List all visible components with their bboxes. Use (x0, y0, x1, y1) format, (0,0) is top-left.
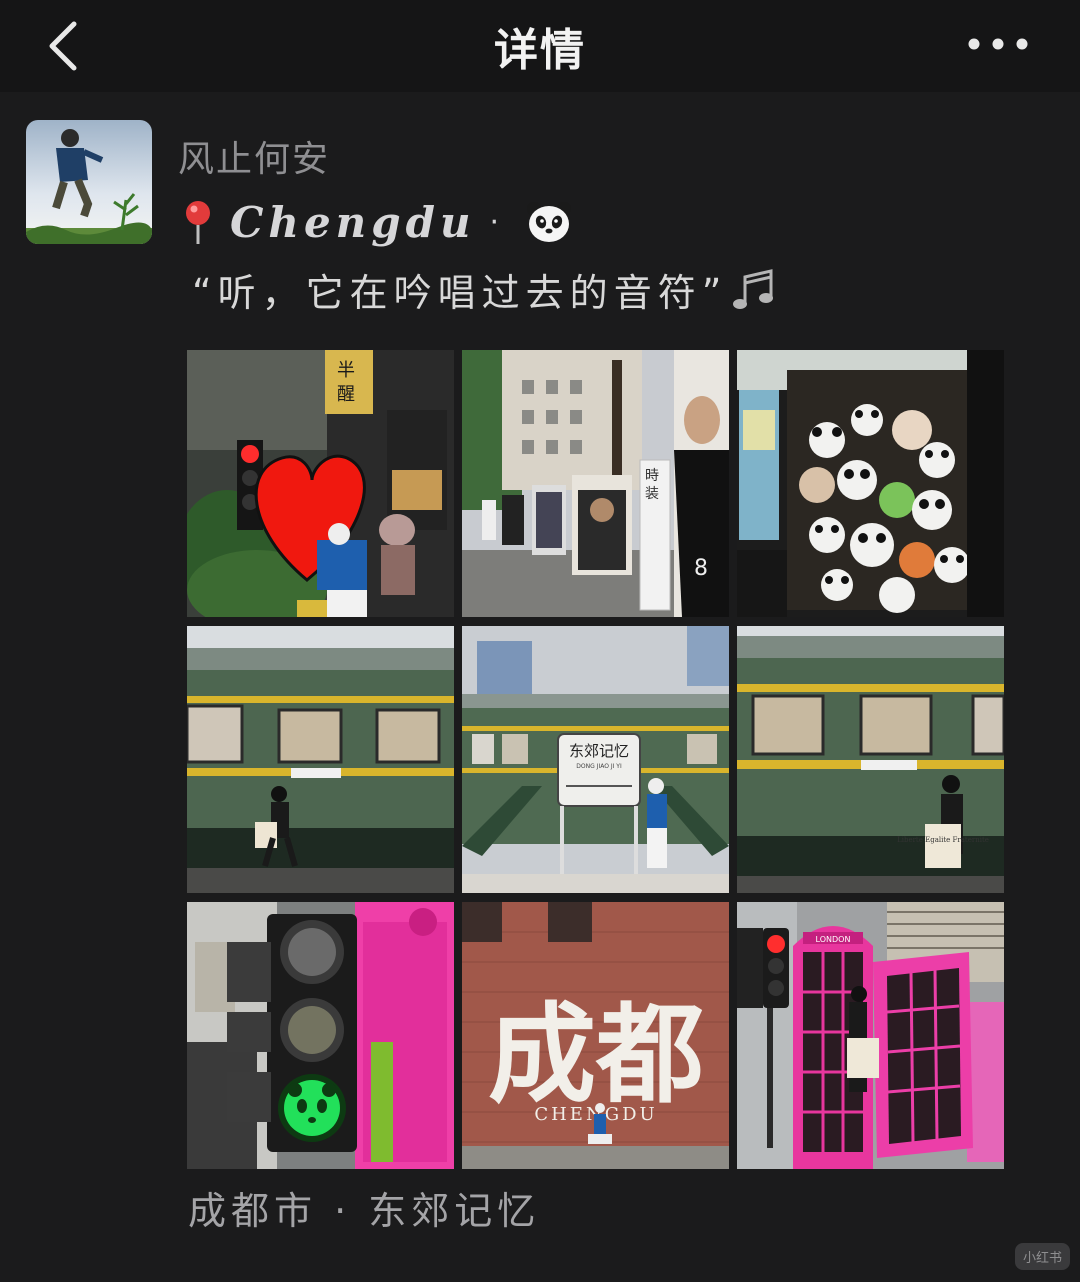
svg-text:装: 装 (645, 486, 659, 502)
post-caption: “听，它在吟唱过去的音符” (192, 262, 785, 317)
panda-emoji-icon (527, 202, 572, 242)
photo-tile-2[interactable]: 時 装 8 (462, 350, 729, 617)
author-avatar[interactable] (26, 120, 152, 244)
music-notes-icon (733, 268, 774, 309)
photo-tile-4[interactable] (187, 626, 454, 893)
mural-text: 成都 (488, 993, 704, 1118)
photo-tile-6[interactable]: Liberte Egalite Fraternite (737, 626, 1004, 893)
location-tag: Chengdu (230, 197, 476, 247)
tote-bag-text: Liberte Egalite Fraternite (897, 836, 989, 844)
more-options-button[interactable] (962, 26, 1034, 62)
caption-text: “听，它在吟唱过去的音符” (192, 271, 728, 315)
author-name[interactable]: 风止何安 (178, 130, 330, 182)
svg-text:半: 半 (337, 360, 355, 381)
top-bar: 详情 (0, 0, 1080, 92)
booth-sign-text: LONDON (816, 935, 851, 944)
post-location[interactable]: 成都市 · 东郊记忆 (188, 1180, 540, 1235)
separator-dot: · (489, 204, 500, 240)
location-pin-icon (186, 201, 210, 244)
svg-text:8: 8 (694, 556, 708, 581)
photo-tile-1[interactable]: 半 醒 (187, 350, 454, 617)
watermark-badge: 小红书 (1014, 1243, 1070, 1270)
photo-tile-3[interactable] (737, 350, 1004, 617)
photo-tile-5[interactable]: 东郊记忆 DONG JIAO JI YI (462, 626, 729, 893)
svg-text:時: 時 (645, 468, 659, 484)
photo-tile-8[interactable]: 成都 CHENGDU (462, 902, 729, 1169)
photo-tile-7[interactable] (187, 902, 454, 1169)
photo-tile-9[interactable]: LONDON (737, 902, 1004, 1169)
svg-text:醒: 醒 (337, 384, 355, 405)
station-sign-subtext: DONG JIAO JI YI (576, 763, 622, 770)
station-sign-text: 东郊记忆 (569, 742, 629, 760)
photo-grid: 半 醒 時 装 8 东郊记忆 DONG JIAO JI YI Liberte E… (187, 350, 1004, 1169)
location-title-line: Chengdu · (180, 192, 573, 252)
more-dots-icon (968, 38, 1028, 50)
page-title: 详情 (494, 25, 586, 76)
